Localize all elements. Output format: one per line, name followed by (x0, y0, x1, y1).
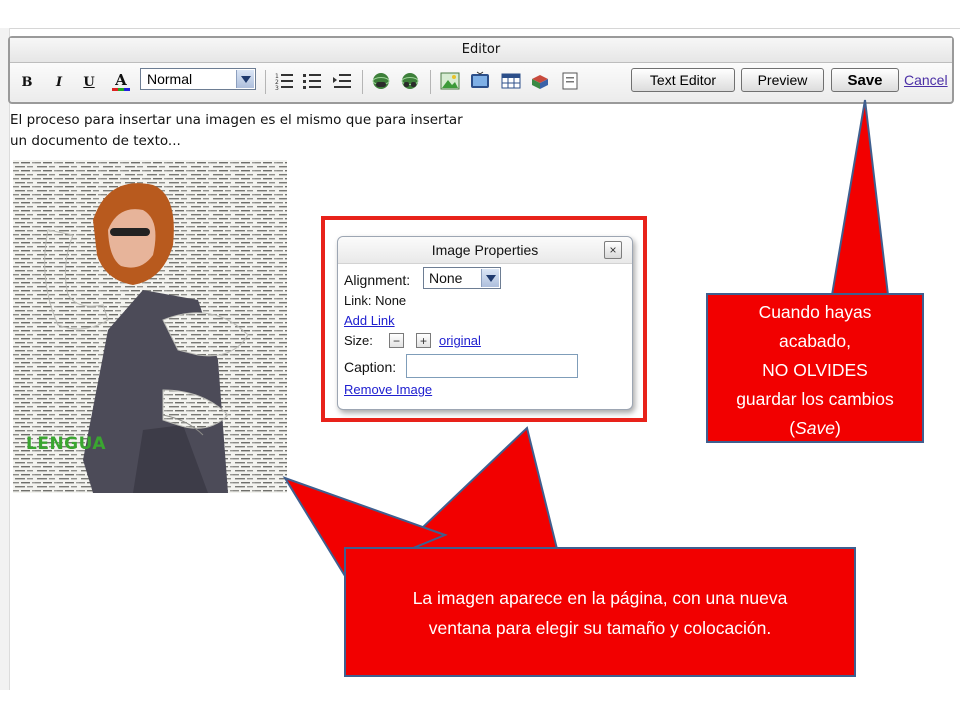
insert-file-icon[interactable] (560, 71, 580, 91)
size-increase-button[interactable]: + (416, 333, 431, 348)
chevron-down-icon (236, 70, 254, 88)
editor-panel: Editor B I U A Normal 123 Text Editor Pr… (8, 36, 954, 104)
preview-button[interactable]: Preview (741, 68, 824, 92)
bold-button[interactable]: B (18, 71, 36, 93)
underline-icon: U (83, 74, 95, 90)
numbered-list-icon[interactable]: 123 (274, 71, 294, 91)
remove-image-link[interactable]: Remove Image (344, 382, 432, 397)
save-callout-line: NO OLVIDES (762, 360, 868, 380)
save-callout-emphasis: Save (795, 418, 835, 438)
remove-link-icon[interactable] (400, 71, 420, 91)
text-color-button[interactable]: A (111, 71, 131, 93)
format-select-value: Normal (147, 71, 193, 87)
alignment-select[interactable]: None (423, 267, 501, 289)
underline-button[interactable]: U (80, 71, 98, 93)
save-callout-line: Cuando hayas (758, 302, 872, 322)
link-status-text: Link: None (344, 293, 407, 308)
photo-overlay-text: LENGUA (26, 434, 107, 454)
image-callout-line: La imagen aparece en la página, con una … (412, 588, 788, 608)
size-label: Size: (344, 333, 373, 348)
save-callout-pointer (830, 99, 890, 296)
cancel-link[interactable]: Cancel (904, 72, 948, 88)
outdent-icon[interactable] (332, 71, 352, 91)
italic-icon: I (55, 74, 63, 90)
editor-toolbar: B I U A Normal 123 Text Editor Preview S… (10, 63, 952, 101)
image-explanation-callout: La imagen aparece en la página, con una … (344, 547, 856, 677)
toolbar-divider (362, 70, 363, 94)
toolbar-divider (265, 70, 266, 94)
size-decrease-button[interactable]: − (389, 333, 404, 348)
size-original-link[interactable]: original (439, 333, 481, 348)
save-callout-line: (Save) (708, 414, 922, 443)
format-select[interactable]: Normal (140, 68, 256, 90)
dialog-title: Image Properties (338, 237, 632, 264)
image-callout-line: ventana para elegir su tamaño y colocaci… (428, 618, 772, 638)
insert-image-icon[interactable] (440, 71, 460, 91)
save-button[interactable]: Save (831, 68, 899, 92)
insert-widget-icon[interactable] (530, 71, 550, 91)
caption-input[interactable] (406, 354, 578, 378)
alignment-select-value: None (429, 270, 463, 286)
italic-button[interactable]: I (50, 71, 68, 93)
chevron-down-icon (481, 269, 499, 287)
bold-icon: B (21, 74, 33, 90)
dialog-callout-pointer (397, 426, 559, 550)
save-callout-paren: ) (834, 418, 841, 438)
svg-text:3: 3 (275, 85, 279, 91)
page-bottom (0, 690, 960, 720)
alignment-label: Alignment: (344, 272, 411, 288)
insert-video-icon[interactable] (470, 71, 490, 91)
image-properties-dialog: Image Properties × Alignment: None Link:… (337, 236, 633, 410)
caption-label: Caption: (344, 359, 397, 375)
save-callout-line: guardar los cambios (736, 389, 894, 409)
text-editor-button[interactable]: Text Editor (631, 68, 735, 92)
insert-link-icon[interactable] (371, 71, 391, 91)
intro-text: El proceso para insertar una imagen es e… (10, 112, 463, 149)
toolbar-divider (430, 70, 431, 94)
page-left-rail (0, 28, 10, 693)
save-reminder-callout: Cuando hayas acabado, NO OLVIDES guardar… (706, 293, 924, 443)
text-color-icon: A (115, 71, 127, 89)
text-color-swatch (112, 88, 130, 91)
add-link-link[interactable]: Add Link (344, 313, 395, 328)
bulleted-list-icon[interactable] (302, 71, 322, 91)
editor-title: Editor (10, 38, 952, 63)
save-callout-line: acabado, (778, 331, 851, 351)
browser-top-strip (0, 0, 960, 29)
close-icon[interactable]: × (604, 241, 622, 259)
insert-table-icon[interactable] (501, 71, 521, 91)
